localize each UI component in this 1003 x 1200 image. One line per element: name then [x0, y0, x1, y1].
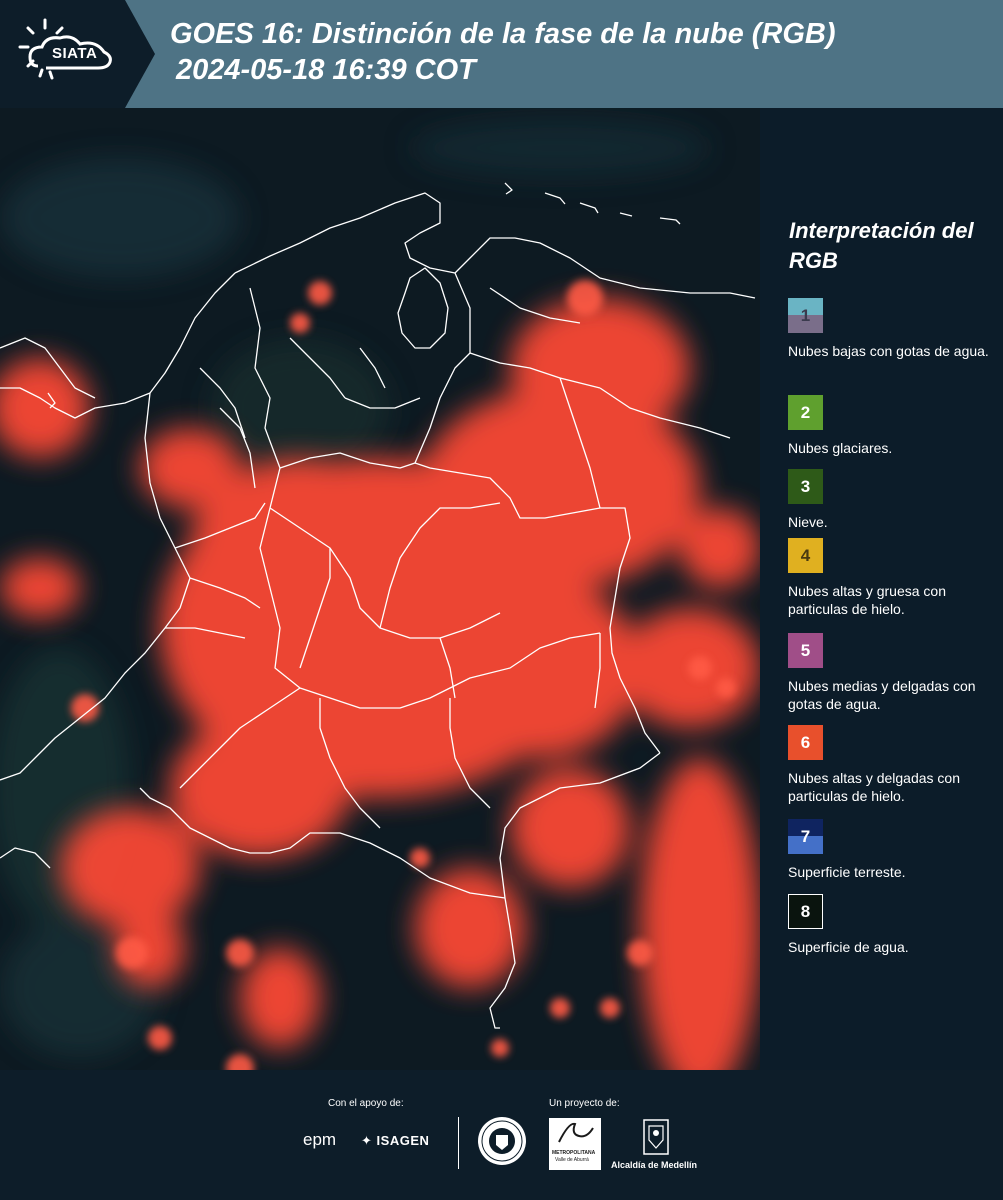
legend-swatch: 1	[788, 298, 823, 333]
amva-text-1: METROPOLITANA	[552, 1150, 596, 1156]
seal-logo	[476, 1115, 528, 1172]
legend-swatch: 8	[788, 894, 823, 929]
legend-item-4: 4 Nubes altas y gruesa con particulas de…	[788, 538, 1000, 618]
legend-description: Nubes altas y gruesa con particulas de h…	[788, 583, 946, 617]
amva-logo: METROPOLITANA Valle de Aburrá	[549, 1118, 601, 1170]
footer: Con el apoyo de: Un proyecto de: epm ✦ I…	[0, 1070, 1003, 1200]
legend-description: Superficie de agua.	[788, 939, 909, 955]
page-title: GOES 16: Distinción de la fase de la nub…	[170, 16, 836, 88]
legend-number: 4	[800, 545, 811, 565]
legend-item-3: 3 Nieve.	[788, 469, 1000, 531]
legend-swatch: 3	[788, 469, 823, 504]
legend-number: 5	[800, 640, 811, 660]
title-line-2: 2024-05-18 16:39 COT	[176, 54, 476, 86]
legend-number: 8	[800, 901, 811, 921]
isagen-text: ISAGEN	[376, 1133, 430, 1148]
legend-item-6: 6 Nubes altas y delgadas con particulas …	[788, 725, 1000, 805]
legend-description: Nubes glaciares.	[788, 440, 893, 456]
footer-divider	[458, 1117, 459, 1169]
legend-item-7: 7 Superficie terreste.	[788, 819, 1000, 881]
epm-logo: epm	[303, 1130, 337, 1149]
isagen-logo: ✦ ISAGEN	[361, 1133, 429, 1149]
legend-item-1: 1 Nubes bajas con gotas de agua.	[788, 298, 1000, 360]
legend-number: 2	[800, 402, 811, 422]
legend-panel: Interpretación del RGB 1 Nubes bajas con…	[760, 108, 1003, 1070]
legend-number: 3	[800, 476, 811, 496]
legend-swatch: 6	[788, 725, 823, 760]
legend-number: 6	[800, 732, 811, 752]
project-label: Un proyecto de:	[549, 1098, 620, 1109]
legend-description: Nubes medias y delgadas con gotas de agu…	[788, 678, 976, 712]
title-line-1: GOES 16: Distinción de la fase de la nub…	[170, 18, 836, 50]
logo-text: SIATA	[52, 45, 98, 62]
legend-swatch: 5	[788, 633, 823, 668]
support-label: Con el apoyo de:	[328, 1098, 404, 1109]
legend-swatch: 2	[788, 395, 823, 430]
amva-text-2: Valle de Aburrá	[555, 1157, 589, 1163]
legend-item-5: 5 Nubes medias y delgadas con gotas de a…	[788, 633, 1000, 713]
alcaldia-shield-icon	[641, 1118, 671, 1161]
legend-description: Nubes bajas con gotas de agua.	[788, 343, 989, 359]
header-bar: SIATA GOES 16: Distinción de la fase de …	[0, 0, 1003, 108]
legend-swatch: 4	[788, 538, 823, 573]
legend-number: 1	[800, 305, 811, 325]
legend-swatch: 7	[788, 819, 823, 854]
legend-item-8: 8 Superficie de agua.	[788, 894, 1000, 956]
legend-description: Nieve.	[788, 514, 828, 530]
legend-number: 7	[800, 826, 811, 846]
legend-title: Interpretación del RGB	[789, 218, 974, 273]
alcaldia-text: Alcaldía de Medellín	[611, 1160, 698, 1170]
satellite-map	[0, 108, 760, 1070]
legend-item-2: 2 Nubes glaciares.	[788, 395, 1000, 457]
siata-logo: SIATA	[0, 0, 155, 108]
isagen-icon: ✦	[361, 1133, 373, 1148]
legend-description: Nubes altas y delgadas con particulas de…	[788, 770, 960, 804]
legend-description: Superficie terreste.	[788, 864, 906, 880]
